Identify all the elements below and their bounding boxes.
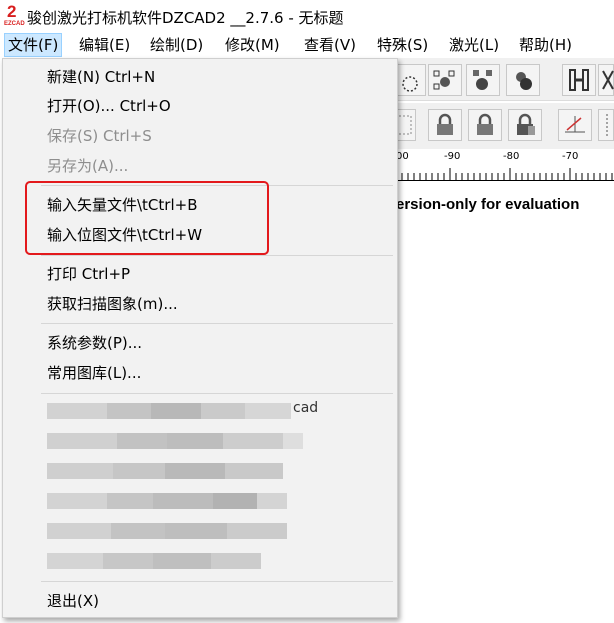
horizontal-ruler: 00 -90 -80 -70: [390, 150, 614, 181]
menu-separator: [41, 323, 393, 324]
menu-edit[interactable]: 编辑(E): [76, 34, 133, 56]
scissors-button[interactable]: [598, 64, 614, 96]
menu-item-new[interactable]: 新建(N) Ctrl+N: [47, 67, 155, 87]
menu-help[interactable]: 帮助(H): [516, 34, 575, 56]
node-tool-icon: [402, 76, 418, 92]
node-edit-button[interactable]: [466, 64, 500, 96]
select-nodes-button[interactable]: [428, 64, 462, 96]
menu-bar: 文件(F) 编辑(E) 绘制(D) 修改(M) 查看(V) 特殊(S) 激光(L…: [0, 32, 614, 58]
unlock-button[interactable]: [508, 109, 542, 141]
menu-view[interactable]: 查看(V): [301, 34, 359, 56]
mirror-icon: [606, 114, 608, 136]
node-edit-icon: [473, 70, 492, 90]
menu-separator: [41, 393, 393, 394]
menu-laser[interactable]: 激光(L): [446, 34, 502, 56]
point-tool-button[interactable]: [506, 64, 540, 96]
menu-item-system-params[interactable]: 系统参数(P)...: [47, 333, 142, 353]
toolbar-top: [390, 58, 614, 101]
measure-icon: [565, 116, 585, 133]
toolbar-second: [390, 103, 614, 149]
file-menu-dropdown: 新建(N) Ctrl+N 打开(O)... Ctrl+O 保存(S) Ctrl+…: [2, 58, 398, 618]
menu-special[interactable]: 特殊(S): [374, 34, 431, 56]
hatch-button[interactable]: [562, 64, 596, 96]
ruler-ticks: [390, 168, 613, 180]
title-bar: 2 EZCAD 骏创激光打标机软件DZCAD2 __2.7.6 - 无标题: [0, 0, 614, 32]
unlock-icon: [517, 113, 535, 135]
highlight-box: [25, 181, 269, 255]
scissors-icon: [602, 70, 614, 90]
window-title: 骏创激光打标机软件DZCAD2 __2.7.6 - 无标题: [27, 9, 344, 27]
logo-number: 2: [7, 2, 17, 21]
drawing-canvas[interactable]: [390, 181, 614, 623]
menu-item-acquire-scan[interactable]: 获取扫描图象(m)...: [47, 294, 178, 314]
menu-item-open[interactable]: 打开(O)... Ctrl+O: [47, 96, 171, 116]
menu-separator: [41, 255, 393, 256]
measure-button[interactable]: [558, 109, 592, 141]
ruler-label: -90: [444, 151, 461, 162]
menu-separator: [41, 581, 393, 582]
mirror-button[interactable]: [598, 109, 614, 141]
logo-text: EZCAD: [4, 21, 25, 27]
lock-all-icon: [477, 113, 493, 135]
menu-draw[interactable]: 绘制(D): [147, 34, 206, 56]
menu-item-save-as[interactable]: 另存为(A)...: [47, 156, 128, 176]
menu-item-exit[interactable]: 退出(X): [47, 591, 99, 611]
lock-all-button[interactable]: [468, 109, 502, 141]
app-logo-icon: 2 EZCAD: [4, 2, 25, 28]
ruler-label: -80: [503, 151, 520, 162]
h-letter-icon: [569, 69, 589, 91]
nodes-icon: [433, 70, 455, 90]
ruler-label: -70: [562, 151, 579, 162]
menu-item-print[interactable]: 打印 Ctrl+P: [47, 264, 130, 284]
evaluation-watermark: ersion-only for evaluation: [396, 196, 580, 213]
menu-item-save[interactable]: 保存(S) Ctrl+S: [47, 126, 152, 146]
menu-file[interactable]: 文件(F): [4, 33, 63, 57]
recent-file-fragment: cad: [293, 400, 319, 416]
menu-modify[interactable]: 修改(M): [222, 34, 283, 56]
lock-icon: [437, 113, 453, 135]
menu-item-library[interactable]: 常用图库(L)...: [47, 363, 141, 383]
lock-button[interactable]: [428, 109, 462, 141]
point-tool-icon: [516, 72, 532, 90]
